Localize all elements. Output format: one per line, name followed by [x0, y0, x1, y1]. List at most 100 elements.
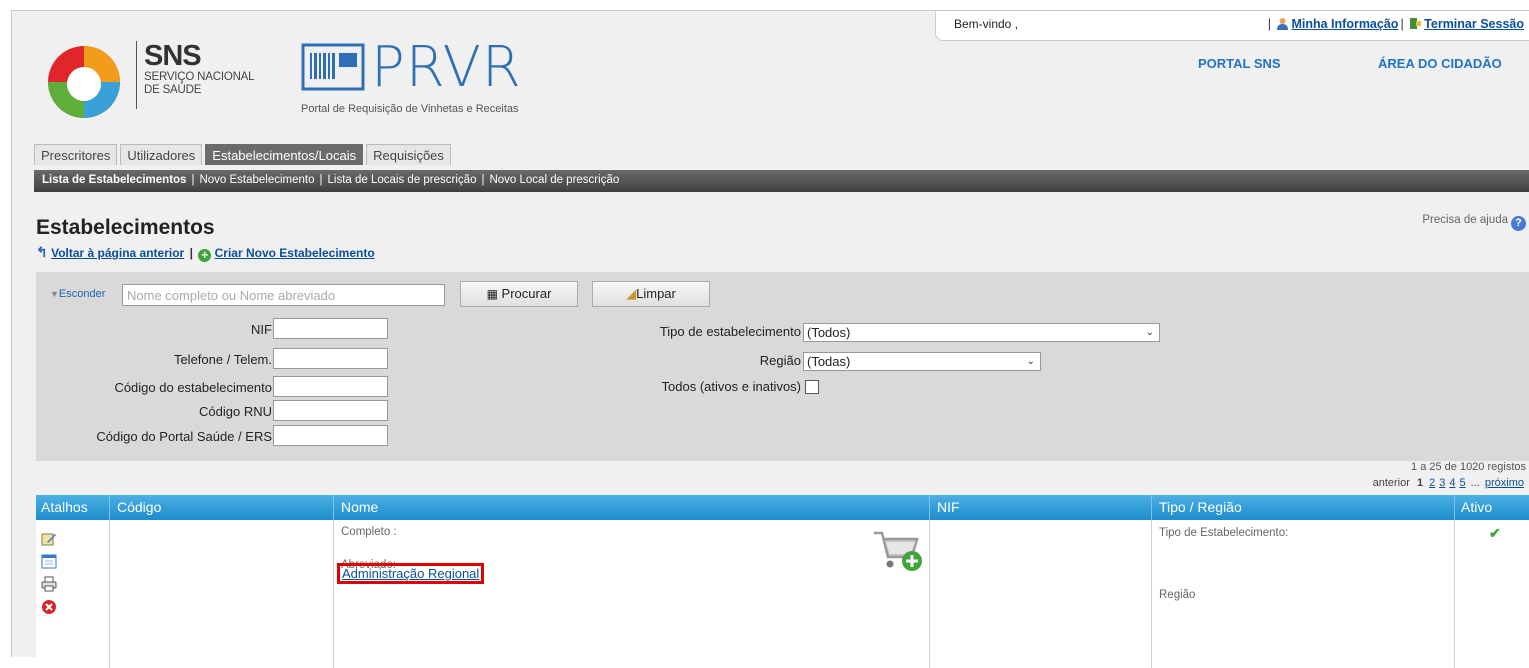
- chevron-down-icon: ⌄: [1145, 327, 1154, 338]
- prvr-subtitle: Portal de Requisição de Vinhetas e Recei…: [301, 103, 519, 115]
- th-tipo-regiao[interactable]: Tipo / Região: [1159, 499, 1242, 515]
- welcome-text: Bem-vindo ,: [954, 17, 1019, 31]
- search-input[interactable]: [122, 284, 445, 306]
- print-icon[interactable]: [41, 576, 57, 592]
- back-arrow-icon: ↰: [36, 244, 48, 260]
- todos-checkbox[interactable]: [805, 380, 819, 394]
- portal-sns-link[interactable]: PORTAL SNS: [1198, 56, 1281, 71]
- tipo-select[interactable]: (Todos) ⌄: [803, 323, 1160, 342]
- search-button[interactable]: ▦ Procurar: [460, 281, 578, 307]
- regiao-select[interactable]: (Todas) ⌄: [803, 352, 1041, 371]
- nif-label: NIF: [251, 322, 272, 337]
- triangle-down-icon: ▼: [50, 289, 59, 299]
- separator: |: [319, 174, 323, 186]
- records-count: 1 a 25 de 1020 registos: [1411, 461, 1526, 473]
- add-icon: +: [198, 249, 212, 262]
- pagination-page[interactable]: 2: [1429, 477, 1435, 489]
- column-divider: [929, 520, 930, 668]
- area-cidadao-link[interactable]: ÁREA DO CIDADÃO: [1378, 56, 1502, 71]
- sns-subtitle-line2: DE SAÚDE: [144, 84, 202, 96]
- pagination-page[interactable]: 3: [1439, 477, 1445, 489]
- clear-button-label: Limpar: [636, 286, 676, 301]
- tab-prescritores[interactable]: Prescritores: [34, 144, 118, 165]
- separator: |: [191, 174, 195, 186]
- hide-filters-toggle[interactable]: ▼Esconder: [50, 288, 105, 300]
- tipo-select-value: (Todos): [807, 325, 851, 340]
- subnav-lista-estabelecimentos[interactable]: Lista de Estabelecimentos: [42, 174, 186, 186]
- results-table: Atalhos Código Nome NIF Tipo / Região At…: [36, 495, 1529, 668]
- help-icon[interactable]: ?: [1511, 216, 1526, 231]
- codigo-est-field[interactable]: [273, 376, 388, 397]
- codigo-rnu-label: Código RNU: [199, 404, 272, 419]
- regiao-select-value: (Todas): [807, 354, 851, 369]
- active-check-icon: ✔: [1489, 525, 1501, 541]
- help-text: Precisa de ajuda: [1422, 214, 1508, 226]
- header-divider: [1454, 495, 1455, 520]
- sns-wordmark: SNS SERVIÇO NACIONAL DE SAÚDE: [136, 40, 255, 109]
- pagination-page[interactable]: 5: [1459, 477, 1465, 489]
- search-button-label: Procurar: [501, 286, 552, 301]
- logout-icon: [1410, 18, 1422, 29]
- telefone-label: Telefone / Telem.: [173, 352, 272, 367]
- pagination-next[interactable]: próximo: [1485, 477, 1524, 489]
- user-icon: [1277, 18, 1289, 30]
- my-info-link[interactable]: Minha Informação: [1291, 17, 1398, 31]
- barcode-icon: [301, 43, 365, 91]
- separator: |: [1400, 17, 1404, 31]
- codigo-rnu-field[interactable]: [273, 400, 388, 421]
- th-nif[interactable]: NIF: [937, 499, 960, 515]
- subnav-novo-estabelecimento[interactable]: Novo Estabelecimento: [199, 174, 314, 186]
- prvr-wordmark: PRVR: [371, 35, 522, 100]
- table-header: Atalhos Código Nome NIF Tipo / Região At…: [36, 495, 1529, 520]
- header-divider: [109, 495, 110, 520]
- tab-requisicoes[interactable]: Requisições: [366, 144, 451, 165]
- add-to-cart-icon[interactable]: [872, 529, 922, 573]
- regiao-cell-label: Região: [1159, 589, 1196, 601]
- separator: |: [481, 174, 485, 186]
- subnav-lista-locais[interactable]: Lista de Locais de prescrição: [328, 174, 477, 186]
- column-divider: [109, 520, 110, 668]
- completo-label: Completo :: [341, 526, 397, 538]
- calendar-icon[interactable]: [41, 553, 57, 569]
- edit-icon[interactable]: [41, 531, 57, 547]
- header-divider: [333, 495, 334, 520]
- column-divider: [333, 520, 334, 668]
- regiao-label: Região: [759, 353, 801, 368]
- establishment-name-link[interactable]: Administração Regional: [337, 563, 485, 584]
- chevron-down-icon: ⌄: [1026, 356, 1035, 367]
- column-divider: [1454, 520, 1455, 668]
- tab-estabelecimentos[interactable]: Estabelecimentos/Locais: [205, 144, 364, 165]
- th-atalhos[interactable]: Atalhos: [41, 499, 88, 515]
- broom-icon: ◢: [626, 286, 637, 301]
- delete-icon[interactable]: [41, 599, 57, 615]
- tab-utilizadores[interactable]: Utilizadores: [120, 144, 203, 165]
- pagination-ellipsis: ...: [1470, 477, 1480, 489]
- th-nome[interactable]: Nome: [341, 499, 378, 515]
- clear-button[interactable]: ◢Limpar: [592, 281, 710, 307]
- column-divider: [1151, 520, 1152, 668]
- pagination-page[interactable]: 4: [1449, 477, 1455, 489]
- codigo-portal-field[interactable]: [273, 425, 388, 446]
- pagination: anterior 12345 ... próximo: [1373, 477, 1526, 489]
- help-link[interactable]: Precisa de ajuda?: [1422, 214, 1526, 231]
- pagination-current: 1: [1416, 477, 1424, 489]
- tipo-estabelecimento-label: Tipo de Estabelecimento:: [1159, 527, 1289, 539]
- logout-link[interactable]: Terminar Sessão: [1424, 17, 1524, 31]
- back-link[interactable]: Voltar à página anterior: [51, 246, 184, 260]
- subnav-novo-local[interactable]: Novo Local de prescrição: [489, 174, 619, 186]
- th-codigo[interactable]: Código: [117, 499, 161, 515]
- user-links: | Minha Informação | Terminar Sessão: [1266, 17, 1524, 31]
- th-ativo[interactable]: Ativo: [1461, 499, 1492, 515]
- telefone-field[interactable]: [273, 348, 388, 369]
- main-tabs: Prescritores Utilizadores Estabeleciment…: [34, 144, 451, 165]
- nif-field[interactable]: [273, 318, 388, 339]
- sns-title: SNS: [144, 40, 202, 72]
- page-actions: ↰ Voltar à página anterior | + Criar Nov…: [36, 244, 375, 262]
- separator: |: [189, 246, 193, 260]
- hide-label: Esconder: [58, 288, 106, 300]
- search-panel: ▼Esconder ▦ Procurar ◢Limpar NIF Telefon…: [36, 272, 1529, 461]
- header-divider: [1151, 495, 1152, 520]
- todos-label: Todos (ativos e inativos): [661, 379, 801, 394]
- create-establishment-link[interactable]: Criar Novo Estabelecimento: [215, 246, 375, 260]
- sns-logo-icon[interactable]: [44, 42, 124, 122]
